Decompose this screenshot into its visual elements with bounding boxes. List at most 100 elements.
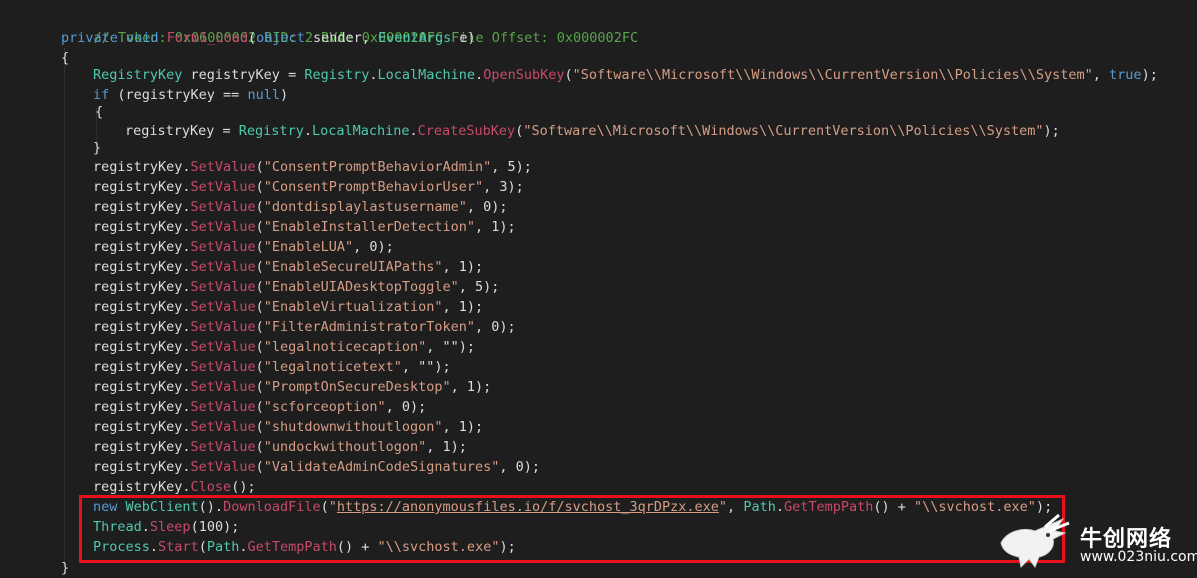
keyword-true: true	[1109, 67, 1142, 83]
value-arg: , 0);	[466, 199, 508, 215]
value-arg: , 1);	[475, 219, 516, 235]
open-brace: {	[95, 104, 104, 120]
indent-guide	[64, 48, 65, 564]
code-line-setvalue: registryKey.SetValue("shutdownwithoutlog…	[93, 417, 483, 437]
paren-open: (	[255, 319, 264, 335]
param-sender: sender,	[304, 30, 379, 46]
receiver: registryKey.	[93, 339, 191, 355]
receiver: registryKey.	[93, 239, 191, 255]
code-line-if: if (registryKey == null)	[93, 85, 288, 105]
code-line-setvalue: registryKey.SetValue("EnableSecureUIAPat…	[93, 257, 483, 277]
code-line-setvalue: registryKey.SetValue("EnableLUA", 0);	[93, 237, 394, 257]
code-line-setvalue: registryKey.SetValue("ConsentPromptBehav…	[93, 157, 532, 177]
code-line-close: registryKey.Close();	[93, 477, 256, 497]
code-line-setvalue: registryKey.SetValue("ConsentPromptBehav…	[93, 177, 524, 197]
paren-open: (	[255, 359, 264, 375]
string-key: "dontdisplaylastusername"	[263, 199, 467, 215]
method-setvalue: SetValue	[190, 199, 256, 215]
method-close: Close	[190, 479, 232, 495]
var-decl: registryKey =	[182, 67, 305, 83]
method-setvalue: SetValue	[190, 359, 256, 375]
param-e: e)	[451, 30, 476, 46]
assign: registryKey =	[125, 123, 239, 139]
keyword-if: if	[93, 87, 110, 103]
value-arg: , 0);	[475, 319, 516, 335]
bull-logo-icon	[1000, 513, 1070, 569]
string-key: "FilterAdministratorToken"	[263, 319, 476, 335]
paren-open: (	[255, 299, 264, 315]
code-line-open-brace: {	[61, 48, 69, 68]
code-line-setvalue: registryKey.SetValue("legalnoticecaption…	[93, 337, 475, 357]
string-key: "ConsentPromptBehaviorUser"	[263, 179, 484, 195]
method-setvalue: SetValue	[190, 159, 256, 175]
code-line-setvalue: registryKey.SetValue("PromptOnSecureDesk…	[93, 377, 491, 397]
dot: .	[409, 123, 418, 139]
paren-open: (	[255, 259, 264, 275]
paren-open: (	[255, 339, 264, 355]
string-key: "EnableUIADesktopToggle"	[263, 279, 459, 295]
if-condition: (registryKey ==	[109, 87, 248, 103]
string-registry-path: "Software\\Microsoft\\Windows\\CurrentVe…	[523, 123, 1044, 139]
code-line-createsubkey: registryKey = Registry.LocalMachine.Crea…	[125, 121, 1060, 141]
code-line-setvalue: registryKey.SetValue("EnableUIADesktopTo…	[93, 277, 499, 297]
paren-open: (	[255, 199, 264, 215]
method-setvalue: SetValue	[190, 419, 256, 435]
paren-open: (	[255, 279, 264, 295]
method-setvalue: SetValue	[190, 339, 256, 355]
dot: .	[475, 67, 484, 83]
keyword-private: private	[61, 30, 118, 46]
string-key: "shutdownwithoutlogon"	[263, 419, 443, 435]
method-setvalue: SetValue	[190, 399, 256, 415]
close-brace: }	[93, 140, 102, 156]
paren-open: (	[255, 379, 264, 395]
receiver: registryKey.	[93, 179, 191, 195]
string-key: "EnableLUA"	[263, 239, 354, 255]
code-line-setvalue: registryKey.SetValue("undockwithoutlogon…	[93, 437, 467, 457]
value-arg: , 0);	[385, 399, 427, 415]
value-arg: , 5);	[491, 159, 532, 175]
code-line-signature: private void Form1_Load(object sender, E…	[61, 28, 476, 48]
method-setvalue: SetValue	[190, 379, 256, 395]
paren-open: (	[255, 439, 264, 455]
string-key: "legalnoticetext"	[263, 359, 402, 375]
code-line-setvalue: registryKey.SetValue("ValidateAdminCodeS…	[93, 457, 540, 477]
method-setvalue: SetValue	[190, 439, 256, 455]
method-createsubkey: CreateSubKey	[417, 123, 516, 139]
watermark: 牛创网络 www.023niu.com	[993, 513, 1197, 570]
string-registry-path: "Software\\Microsoft\\Windows\\CurrentVe…	[572, 67, 1093, 83]
method-setvalue: SetValue	[190, 299, 256, 315]
string-key: "scforceoption"	[263, 399, 386, 415]
code-line-setvalue: registryKey.SetValue("FilterAdministrato…	[93, 317, 516, 337]
value-arg: , 0);	[353, 239, 394, 255]
keyword-null: null	[247, 87, 280, 103]
value-arg: , "");	[426, 339, 476, 355]
dot: .	[369, 67, 378, 83]
receiver: registryKey.	[93, 299, 191, 315]
open-brace: {	[61, 50, 70, 66]
string-key: "ValidateAdminCodeSignatures"	[263, 459, 500, 475]
value-arg: , "");	[401, 359, 451, 375]
value-arg: , 1);	[426, 439, 467, 455]
type-registry: Registry	[304, 67, 370, 83]
method-setvalue: SetValue	[190, 239, 256, 255]
code-line-setvalue: registryKey.SetValue("EnableVirtualizati…	[93, 297, 483, 317]
dot: .	[303, 123, 312, 139]
method-opensubkey: OpenSubKey	[483, 67, 565, 83]
method-setvalue: SetValue	[190, 459, 256, 475]
value-arg: , 1);	[442, 259, 484, 275]
code-editor[interactable]: // Token: 0x06000002 RID: 2 RVA: 0x00002…	[0, 0, 1197, 576]
value-arg: , 0);	[499, 459, 541, 475]
value-arg: , 1);	[442, 299, 484, 315]
string-key: "legalnoticecaption"	[263, 339, 427, 355]
method-setvalue: SetValue	[190, 279, 256, 295]
code-line-setvalue: registryKey.SetValue("scforceoption", 0)…	[93, 397, 426, 417]
method-setvalue: SetValue	[190, 179, 256, 195]
receiver: registryKey.	[93, 459, 191, 475]
code-line-setvalue: registryKey.SetValue("legalnoticetext", …	[93, 357, 451, 377]
code-line-if-close-brace: }	[93, 138, 101, 158]
string-key: "undockwithoutlogon"	[263, 439, 427, 455]
paren-open: (	[247, 30, 257, 46]
paren-open: (	[564, 67, 573, 83]
string-key: "EnableSecureUIAPaths"	[263, 259, 443, 275]
paren-open: (	[255, 459, 264, 475]
